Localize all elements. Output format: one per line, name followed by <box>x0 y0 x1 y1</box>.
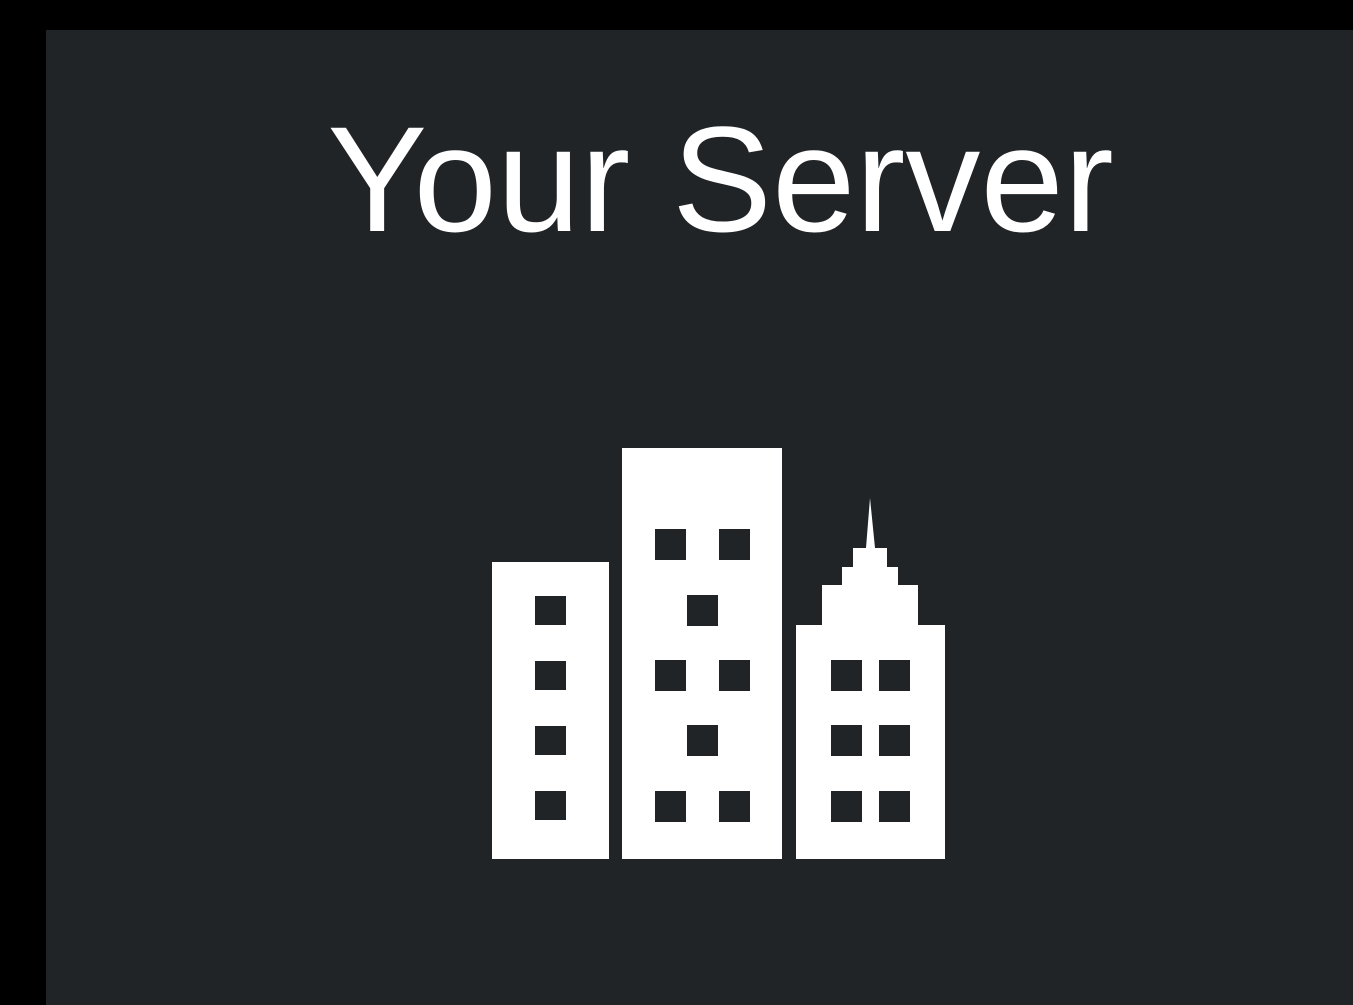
middle-building <box>622 448 782 859</box>
right-building <box>796 498 945 859</box>
city-buildings-icon <box>492 448 945 859</box>
